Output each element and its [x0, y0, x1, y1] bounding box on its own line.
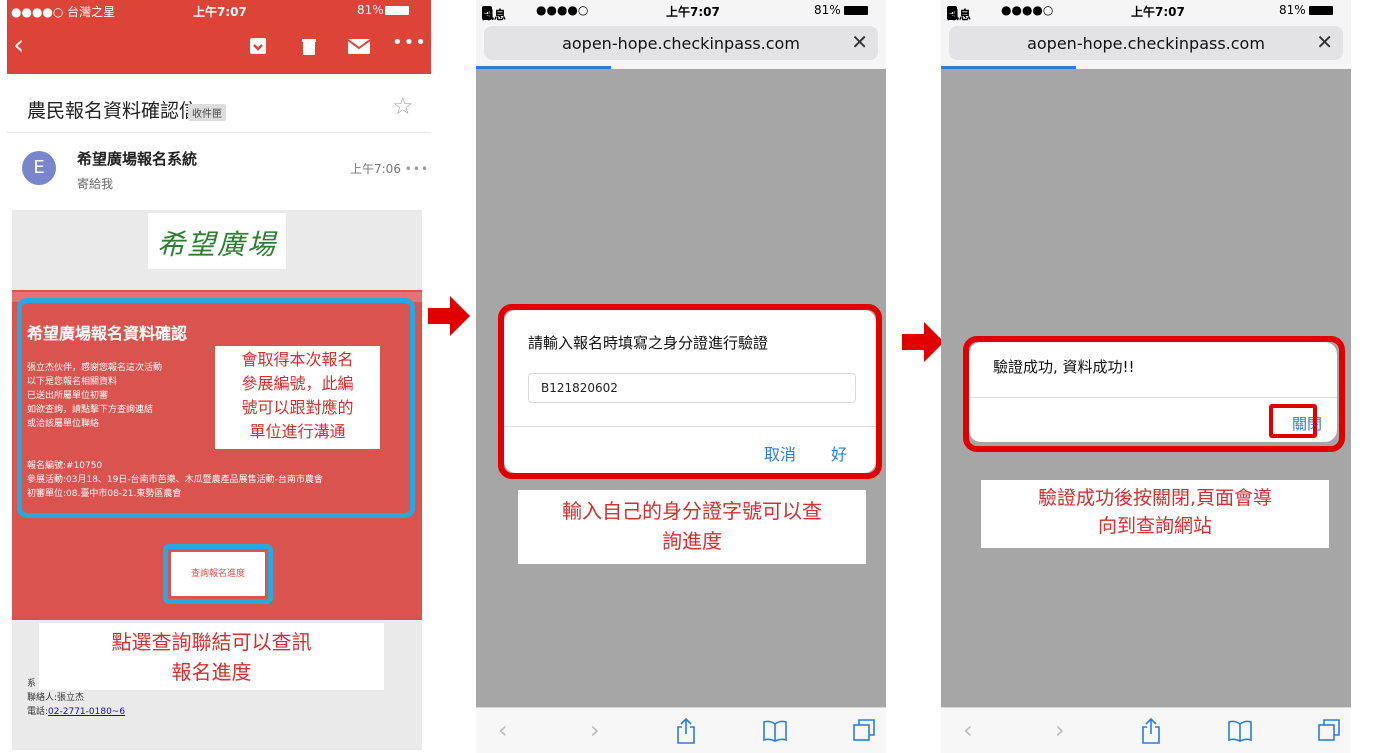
avatar: E: [22, 151, 56, 185]
gmail-screen: ●●●●○ 台灣之星 上午7:07 81% ‹ ••• 農民報名資料確認信 收件…: [7, 0, 431, 753]
battery-icon: [385, 6, 409, 15]
gmail-header: ●●●●○ 台灣之星 上午7:07 81% ‹ •••: [7, 0, 431, 74]
divider: [7, 132, 431, 133]
inbox-label[interactable]: 收件匣: [188, 104, 226, 121]
query-progress-button[interactable]: 查詢報名進度: [170, 551, 266, 597]
annotation-line: 向到查詢網站: [1097, 515, 1212, 537]
annotation-line: 號可以跟對應的: [241, 398, 354, 417]
url-text: aopen-hope.checkinpass.com: [1027, 34, 1265, 53]
trash-icon[interactable]: [299, 36, 319, 56]
share-icon[interactable]: [676, 718, 696, 744]
safari-toolbar: ‹ ›: [476, 707, 886, 753]
carrier-label: ●●●●○ 台灣之星: [11, 5, 116, 19]
star-icon[interactable]: ☆: [392, 92, 414, 120]
back-chevron-icon[interactable]: ‹: [13, 30, 24, 60]
annotation-enter-id: 輸入自己的身分證字號可以查 詢進度: [518, 490, 866, 564]
annotation-line: 詢進度: [662, 529, 722, 553]
status-bar: ●●●●○ 台灣之星 上午7:07 81%: [7, 0, 431, 20]
recipient-label[interactable]: 寄給我: [77, 175, 113, 192]
address-bar[interactable]: aopen-hope.checkinpass.com ✕: [949, 26, 1343, 60]
bookmarks-icon[interactable]: [1228, 720, 1252, 742]
url-text: aopen-hope.checkinpass.com: [562, 34, 800, 53]
signal-label: ●●●●○: [1001, 3, 1054, 17]
footer-contact: 聯絡人:張立杰: [27, 693, 85, 703]
message-more-icon[interactable]: •••: [405, 162, 429, 176]
highlight-frame: [1269, 404, 1317, 438]
status-bar: ◂ 訊息 ●●●●○ 上午7:07 81%: [941, 0, 1351, 22]
archive-icon[interactable]: [248, 36, 268, 56]
address-bar[interactable]: aopen-hope.checkinpass.com ✕: [484, 26, 878, 60]
tabs-icon[interactable]: [1317, 718, 1341, 742]
annotation-registration-number: 會取得本次報名 參展編號，此編 號可以跟對應的 單位進行溝通: [215, 346, 380, 449]
forward-icon[interactable]: ›: [1055, 716, 1065, 744]
email-subject: 農民報名資料確認信: [27, 100, 199, 122]
phone-link[interactable]: 02-2771-0180~6: [48, 707, 125, 717]
safari-toolbar: ‹ ›: [941, 707, 1351, 753]
right-arrow-icon: [902, 322, 944, 362]
bookmarks-icon[interactable]: [763, 720, 787, 742]
battery-label: 81%: [1279, 3, 1306, 17]
close-icon[interactable]: ✕: [1316, 30, 1333, 54]
share-icon[interactable]: [1141, 718, 1161, 744]
annotation-close-redirect: 驗證成功後按關閉,頁面會導 向到查詢網站: [981, 480, 1329, 548]
annotation-query-link: 點選查詢聯結可以查訊 報名進度: [39, 623, 384, 690]
footer-phone: 電話:02-2771-0180~6: [27, 707, 126, 717]
mail-icon[interactable]: [347, 36, 371, 56]
battery-icon: [1309, 6, 1333, 15]
signal-label: ●●●●○: [536, 3, 589, 17]
annotation-line: 參展編號，此編: [241, 374, 354, 393]
more-icon[interactable]: •••: [392, 32, 427, 53]
tabs-icon[interactable]: [852, 718, 876, 742]
clock-label: 上午7:07: [666, 5, 720, 19]
annotation-line: 輸入自己的身分證字號可以查: [562, 499, 822, 523]
gmail-toolbar: ‹ •••: [7, 20, 431, 74]
forward-icon[interactable]: ›: [590, 716, 600, 744]
close-icon[interactable]: ✕: [851, 30, 868, 54]
annotation-line: 會取得本次報名: [241, 350, 354, 369]
right-arrow-icon: [428, 296, 470, 336]
annotation-line: 驗證成功後按關閉,頁面會導: [1037, 487, 1273, 509]
highlight-frame: [498, 304, 882, 479]
battery-label: 81%: [814, 3, 841, 17]
clock-label: 上午7:07: [1131, 5, 1185, 19]
logo-text: 希望廣場: [156, 228, 277, 261]
email-time: 上午7:06 •••: [350, 162, 430, 176]
back-icon[interactable]: ‹: [963, 716, 973, 744]
battery-label: 81%: [357, 3, 384, 17]
sender-name: 希望廣場報名系統: [77, 150, 198, 168]
annotation-line: 點選查詢聯結可以查訊: [111, 630, 312, 654]
annotation-line: 報名進度: [171, 660, 252, 684]
annotation-line: 單位進行溝通: [249, 422, 346, 441]
back-icon[interactable]: ‹: [498, 716, 508, 744]
battery-icon: [844, 6, 868, 15]
verify-screen: ◂ 訊息 ●●●●○ 上午7:07 81% aopen-hope.checkin…: [476, 0, 886, 753]
status-bar: ◂ 訊息 ●●●●○ 上午7:07 81%: [476, 0, 886, 22]
clock-label: 上午7:07: [193, 5, 247, 19]
logo: 希望廣場: [148, 213, 286, 269]
footer-system: 系: [27, 679, 37, 689]
success-screen: ◂ 訊息 ●●●●○ 上午7:07 81% aopen-hope.checkin…: [941, 0, 1351, 753]
